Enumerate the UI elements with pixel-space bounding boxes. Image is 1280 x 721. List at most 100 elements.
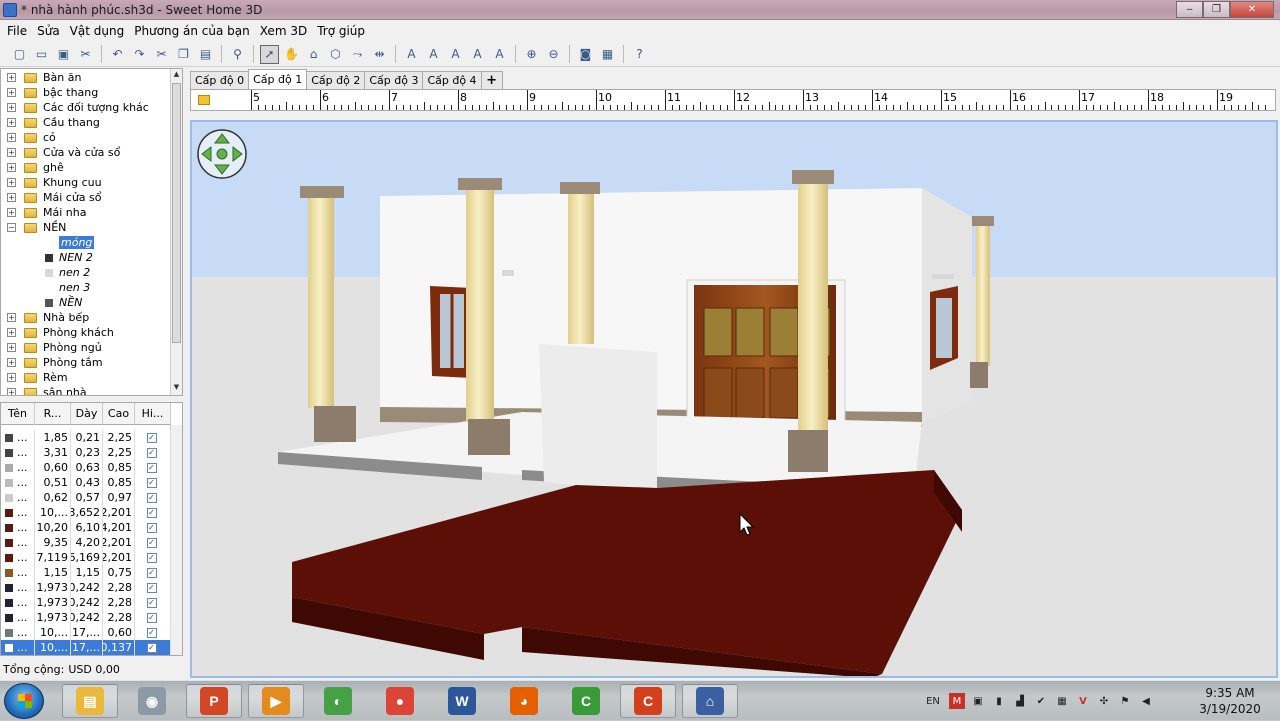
cell-visible[interactable]: ✓ bbox=[135, 580, 171, 595]
create-rooms-icon[interactable]: ⬡ bbox=[326, 45, 345, 64]
expand-icon[interactable]: + bbox=[7, 358, 16, 367]
catalog-category[interactable]: + Phòng tắm bbox=[7, 355, 103, 370]
text-size-icon[interactable]: A bbox=[490, 45, 509, 64]
visible-checkbox[interactable]: ✓ bbox=[146, 537, 157, 548]
cell-visible[interactable]: ✓ bbox=[135, 520, 171, 535]
catalog-category[interactable]: + ghê bbox=[7, 160, 64, 175]
cell-visible[interactable]: ✓ bbox=[135, 535, 171, 550]
redo-icon[interactable]: ↷ bbox=[130, 45, 149, 64]
cut2-icon[interactable]: ✂ bbox=[152, 45, 171, 64]
cell-visible[interactable]: ✓ bbox=[135, 490, 171, 505]
menu-edit[interactable]: Sửa bbox=[32, 24, 65, 38]
menu-plan[interactable]: Phương án của bạn bbox=[129, 24, 255, 38]
visible-checkbox[interactable]: ✓ bbox=[146, 582, 157, 593]
new-icon[interactable]: ▢ bbox=[10, 45, 29, 64]
close-button[interactable]: ✕ bbox=[1230, 1, 1274, 18]
pan-icon[interactable]: ✋ bbox=[282, 45, 301, 64]
start-button[interactable] bbox=[4, 683, 44, 719]
visible-checkbox[interactable]: ✓ bbox=[146, 507, 157, 518]
table-row[interactable]: ... 3,31 0,23 2,25 ✓ bbox=[1, 445, 171, 460]
3d-scene[interactable] bbox=[192, 122, 1276, 676]
catalog-category[interactable]: + Bàn ăn bbox=[7, 70, 81, 85]
visible-checkbox[interactable]: ✓ bbox=[146, 597, 157, 608]
photo-icon[interactable]: ◙ bbox=[576, 45, 595, 64]
visible-checkbox[interactable]: ✓ bbox=[146, 567, 157, 578]
table-row[interactable]: ... 0,60 0,63 0,85 ✓ bbox=[1, 460, 171, 475]
create-dimensions-icon[interactable]: ⇹ bbox=[370, 45, 389, 64]
tray-flag-icon[interactable]: ⚑ bbox=[1117, 693, 1133, 709]
text-style-icon[interactable]: A bbox=[424, 45, 443, 64]
col-depth[interactable]: Dày bbox=[71, 403, 103, 425]
create-walls-icon[interactable]: ⌂ bbox=[304, 45, 323, 64]
col-visible[interactable]: Hi... bbox=[135, 403, 171, 425]
cell-visible[interactable]: ✓ bbox=[135, 625, 171, 640]
table-row[interactable]: ... 10,... 17,... 0,137 ✓ bbox=[1, 640, 171, 655]
expand-icon[interactable]: + bbox=[7, 328, 16, 337]
expand-icon[interactable]: + bbox=[7, 88, 16, 97]
visible-checkbox[interactable]: ✓ bbox=[146, 522, 157, 533]
level-tab[interactable]: Cấp độ 2 bbox=[306, 71, 366, 89]
cell-visible[interactable]: ✓ bbox=[135, 430, 171, 445]
language-indicator[interactable]: EN bbox=[922, 693, 944, 709]
taskbar-coccoc-browser[interactable]: ◐ bbox=[310, 684, 366, 718]
col-name[interactable]: Tên bbox=[1, 403, 35, 425]
save-icon[interactable]: ▣ bbox=[54, 45, 73, 64]
tray-monitor-icon[interactable]: ▣ bbox=[970, 693, 986, 709]
table-row[interactable]: ... 10,... 17,... 0,60 ✓ bbox=[1, 625, 171, 640]
catalog-category[interactable]: + Khung cuu bbox=[7, 175, 102, 190]
catalog-category[interactable]: + bậc thang bbox=[7, 85, 98, 100]
table-row[interactable]: ... 10,... 3,652 2,201 ✓ bbox=[1, 505, 171, 520]
table-row[interactable]: ... 9,35 4,20 2,201 ✓ bbox=[1, 535, 171, 550]
catalog-category[interactable]: + Mái nha bbox=[7, 205, 86, 220]
taskbar-word[interactable]: W bbox=[434, 684, 490, 718]
cell-visible[interactable]: ✓ bbox=[135, 610, 171, 625]
level-tab[interactable]: Cấp độ 3 bbox=[364, 71, 424, 89]
catalog-item[interactable]: NỀN bbox=[45, 295, 82, 310]
catalog-item[interactable]: nen 3 bbox=[45, 280, 90, 295]
catalog-category[interactable]: + Mái cửa sổ bbox=[7, 190, 102, 205]
scroll-up-icon[interactable]: ▲ bbox=[172, 70, 181, 81]
volume-icon[interactable]: ◀ bbox=[1138, 693, 1154, 709]
table-row[interactable]: ... 1,973 0,242 2,28 ✓ bbox=[1, 610, 171, 625]
catalog-category[interactable]: + Cửa và cửa sổ bbox=[7, 145, 120, 160]
taskbar-file-explorer[interactable]: ▤ bbox=[62, 684, 118, 718]
cell-visible[interactable]: ✓ bbox=[135, 445, 171, 460]
cell-visible[interactable]: ✓ bbox=[135, 565, 171, 580]
expand-icon[interactable]: + bbox=[7, 208, 16, 217]
catalog-category[interactable]: + Cầu thang bbox=[7, 115, 100, 130]
visible-checkbox[interactable]: ✓ bbox=[146, 612, 157, 623]
level-tab[interactable]: Cấp độ 4 bbox=[422, 71, 482, 89]
expand-icon[interactable]: + bbox=[7, 133, 16, 142]
expand-icon[interactable]: + bbox=[7, 148, 16, 157]
3d-view[interactable] bbox=[190, 120, 1278, 678]
catalog-category[interactable]: + cỏ bbox=[7, 130, 56, 145]
table-row[interactable]: ... 1,973 0,242 2,28 ✓ bbox=[1, 595, 171, 610]
expand-icon[interactable]: + bbox=[7, 103, 16, 112]
add-level-button[interactable]: + bbox=[480, 71, 503, 89]
clock[interactable]: 9:35 AM 3/19/2020 bbox=[1190, 685, 1270, 717]
table-row[interactable]: ... 1,85 0,21 2,25 ✓ bbox=[1, 430, 171, 445]
tray-vietkey-icon[interactable]: V bbox=[1075, 693, 1091, 709]
collapse-icon[interactable]: − bbox=[7, 223, 16, 232]
zoom-in-icon[interactable]: ⊕ bbox=[522, 45, 541, 64]
visible-checkbox[interactable]: ✓ bbox=[146, 462, 157, 473]
cell-visible[interactable]: ✓ bbox=[135, 475, 171, 490]
menu-file[interactable]: File bbox=[2, 24, 32, 38]
taskbar-sweet-home-3d[interactable]: ⌂ bbox=[682, 684, 738, 718]
visible-checkbox[interactable]: ✓ bbox=[146, 642, 157, 653]
visible-checkbox[interactable]: ✓ bbox=[146, 552, 157, 563]
add-text-icon[interactable]: A bbox=[402, 45, 421, 64]
minimize-button[interactable]: ‒ bbox=[1176, 1, 1203, 18]
tray-app-icon[interactable]: M bbox=[949, 693, 965, 709]
visible-checkbox[interactable]: ✓ bbox=[146, 477, 157, 488]
catalog-category[interactable]: + Phòng ngủ bbox=[7, 340, 102, 355]
add-furniture-icon[interactable]: ⚲ bbox=[228, 45, 247, 64]
expand-icon[interactable]: + bbox=[7, 373, 16, 382]
menu-furniture[interactable]: Vật dụng bbox=[65, 24, 130, 38]
tray-signal-icon[interactable]: ▟ bbox=[1012, 693, 1028, 709]
table-scrollbar[interactable] bbox=[170, 425, 182, 655]
catalog-item[interactable]: nen 2 bbox=[45, 265, 90, 280]
navigation-arrows-icon[interactable] bbox=[197, 129, 247, 179]
level-tab[interactable]: Cấp độ 1 bbox=[248, 69, 308, 89]
expand-icon[interactable]: + bbox=[7, 178, 16, 187]
